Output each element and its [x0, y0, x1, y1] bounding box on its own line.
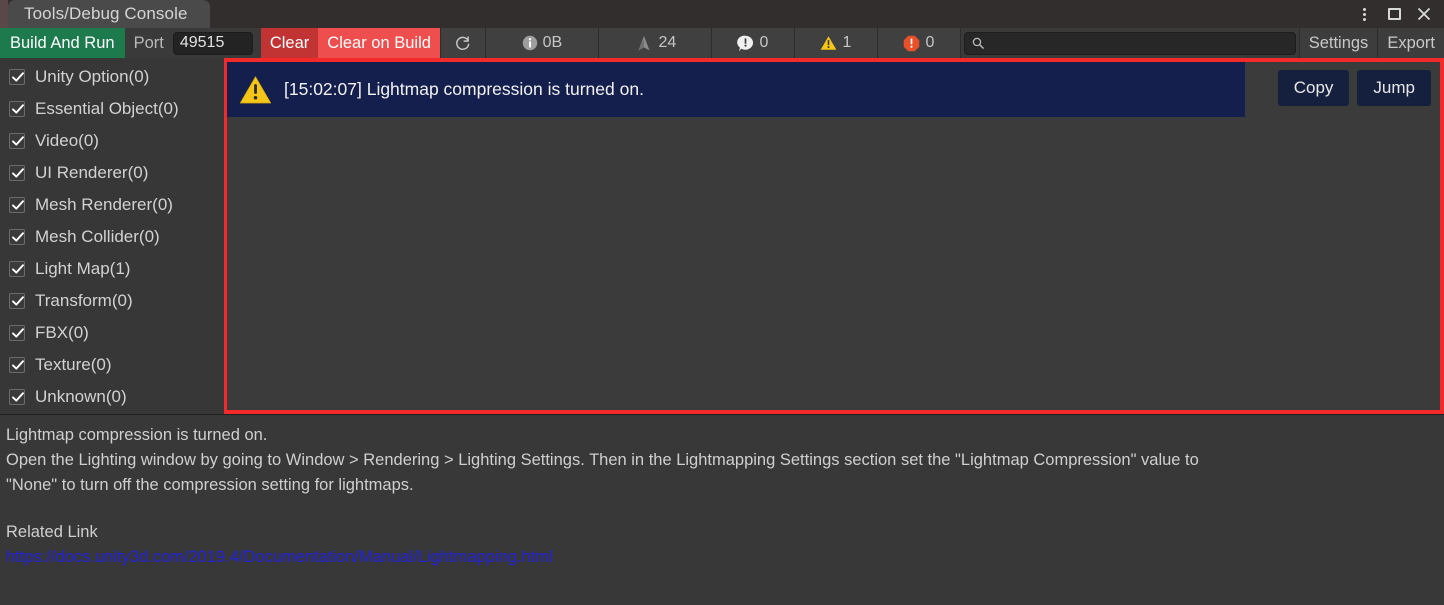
- clear-on-build-label: Clear on Build: [327, 33, 431, 52]
- sidebar-item-light-map[interactable]: Light Map(1): [0, 253, 224, 285]
- search-box[interactable]: [963, 31, 1296, 55]
- sidebar-item-label: Mesh Renderer(0): [35, 195, 173, 214]
- clear-on-build-button[interactable]: Clear on Build: [318, 28, 440, 58]
- search-area: [961, 28, 1299, 58]
- sidebar-item-transform[interactable]: Transform(0): [0, 285, 224, 317]
- clear-label: Clear: [269, 33, 310, 52]
- sidebar-item-unknown[interactable]: Unknown(0): [0, 381, 224, 413]
- port-label: Port: [133, 33, 164, 52]
- checkbox-checked-icon[interactable]: [9, 389, 25, 405]
- log-count-value: 0: [759, 34, 769, 51]
- sidebar-item-unity-option[interactable]: Unity Option(0): [0, 61, 224, 93]
- sidebar-item-label: FBX(0): [35, 323, 89, 342]
- checkbox-checked-icon[interactable]: [9, 357, 25, 373]
- copy-button[interactable]: Copy: [1277, 70, 1350, 106]
- log-entry-text: [15:02:07] Lightmap compression is turne…: [284, 79, 644, 99]
- titlebar: Tools/Debug Console: [0, 0, 1444, 28]
- toolbar: Build And Run Port Clear Clear on Build …: [0, 28, 1444, 58]
- warning-triangle-icon: [239, 75, 272, 103]
- related-link-url[interactable]: https://docs.unity3d.com/2019.4/Document…: [6, 548, 553, 566]
- build-and-run-label: Build And Run: [10, 33, 115, 52]
- info-icon: [522, 35, 537, 51]
- message-icon: [737, 35, 754, 51]
- log-entry-actions: Copy Jump: [1277, 70, 1431, 106]
- related-link-label: Related Link: [6, 523, 98, 541]
- maximize-icon[interactable]: [1380, 1, 1408, 27]
- checkbox-checked-icon[interactable]: [9, 101, 25, 117]
- debug-console-window: Tools/Debug Console Build And Run Port C…: [0, 0, 1444, 605]
- checkbox-checked-icon[interactable]: [9, 293, 25, 309]
- more-vertical-icon[interactable]: [1350, 1, 1378, 27]
- error-count-filter[interactable]: 0: [877, 28, 960, 58]
- tab-tools-debug-console[interactable]: Tools/Debug Console: [8, 0, 210, 28]
- window-controls: [1350, 0, 1438, 28]
- build-and-run-button[interactable]: Build And Run: [0, 28, 125, 58]
- sidebar-item-mesh-renderer[interactable]: Mesh Renderer(0): [0, 189, 224, 221]
- log-count-filter[interactable]: 0: [711, 28, 794, 58]
- clear-button[interactable]: Clear: [260, 28, 319, 58]
- sidebar-item-texture[interactable]: Texture(0): [0, 349, 224, 381]
- titlebar-accent-edge: [0, 0, 8, 28]
- sidebar-item-label: Texture(0): [35, 355, 112, 374]
- unity-logo-icon: [638, 35, 649, 50]
- log-entry-selected[interactable]: [15:02:07] Lightmap compression is turne…: [227, 62, 1245, 117]
- detail-spacer: [6, 498, 1434, 520]
- sidebar-item-fbx[interactable]: FBX(0): [0, 317, 224, 349]
- checkbox-checked-icon[interactable]: [9, 325, 25, 341]
- jump-button[interactable]: Jump: [1357, 70, 1431, 106]
- search-icon: [972, 37, 984, 49]
- sidebar-item-ui-renderer[interactable]: UI Renderer(0): [0, 157, 224, 189]
- settings-label: Settings: [1308, 33, 1369, 52]
- log-size-value: 0B: [542, 34, 563, 51]
- warning-count-filter[interactable]: 1: [794, 28, 877, 58]
- checkbox-checked-icon[interactable]: [9, 69, 25, 85]
- sidebar-item-label: Transform(0): [35, 291, 133, 310]
- sidebar-item-label: UI Renderer(0): [35, 163, 149, 182]
- sidebar-item-label: Video(0): [35, 131, 99, 150]
- log-detail-pane: Lightmap compression is turned on. Open …: [0, 414, 1444, 605]
- titlebar-background: [0, 0, 1444, 28]
- checkbox-checked-icon[interactable]: [9, 229, 25, 245]
- refresh-button[interactable]: [440, 28, 485, 58]
- port-input[interactable]: [172, 31, 253, 55]
- refresh-icon: [456, 35, 470, 50]
- related-link-row: https://docs.unity3d.com/2019.4/Document…: [6, 545, 1434, 570]
- sidebar-item-video[interactable]: Video(0): [0, 125, 224, 157]
- sidebar-item-label: Light Map(1): [35, 259, 131, 278]
- category-filter-sidebar: Unity Option(0) Essential Object(0) Vide…: [0, 58, 225, 414]
- sidebar-item-mesh-collider[interactable]: Mesh Collider(0): [0, 221, 224, 253]
- detail-line-3: "None" to turn off the compression setti…: [6, 476, 414, 494]
- warning-count-value: 1: [842, 34, 852, 51]
- sidebar-item-label: Unknown(0): [35, 387, 127, 406]
- checkbox-checked-icon[interactable]: [9, 261, 25, 277]
- detail-line-2: Open the Lighting window by going to Win…: [6, 451, 1199, 469]
- log-list: [15:02:07] Lightmap compression is turne…: [224, 58, 1444, 414]
- error-octagon-icon: [904, 35, 920, 51]
- settings-button[interactable]: Settings: [1299, 28, 1378, 58]
- detail-line-1: Lightmap compression is turned on.: [6, 426, 268, 444]
- log-size-indicator[interactable]: 0B: [485, 28, 598, 58]
- export-button[interactable]: Export: [1378, 28, 1444, 58]
- tab-label: Tools/Debug Console: [24, 4, 188, 23]
- unity-object-count[interactable]: 24: [598, 28, 711, 58]
- console-body: Unity Option(0) Essential Object(0) Vide…: [0, 58, 1444, 414]
- export-label: Export: [1387, 33, 1435, 52]
- checkbox-checked-icon[interactable]: [9, 165, 25, 181]
- warning-triangle-icon: [821, 36, 837, 50]
- unity-object-count-value: 24: [658, 34, 677, 51]
- error-count-value: 0: [925, 34, 935, 51]
- close-icon[interactable]: [1410, 1, 1438, 27]
- sidebar-item-essential-object[interactable]: Essential Object(0): [0, 93, 224, 125]
- sidebar-item-label: Essential Object(0): [35, 99, 179, 118]
- search-input[interactable]: [989, 34, 1288, 52]
- checkbox-checked-icon[interactable]: [9, 133, 25, 149]
- more-dots: [1362, 7, 1366, 21]
- maximize-square: [1387, 8, 1401, 20]
- sidebar-item-label: Mesh Collider(0): [35, 227, 160, 246]
- checkbox-checked-icon[interactable]: [9, 197, 25, 213]
- sidebar-item-label: Unity Option(0): [35, 67, 150, 86]
